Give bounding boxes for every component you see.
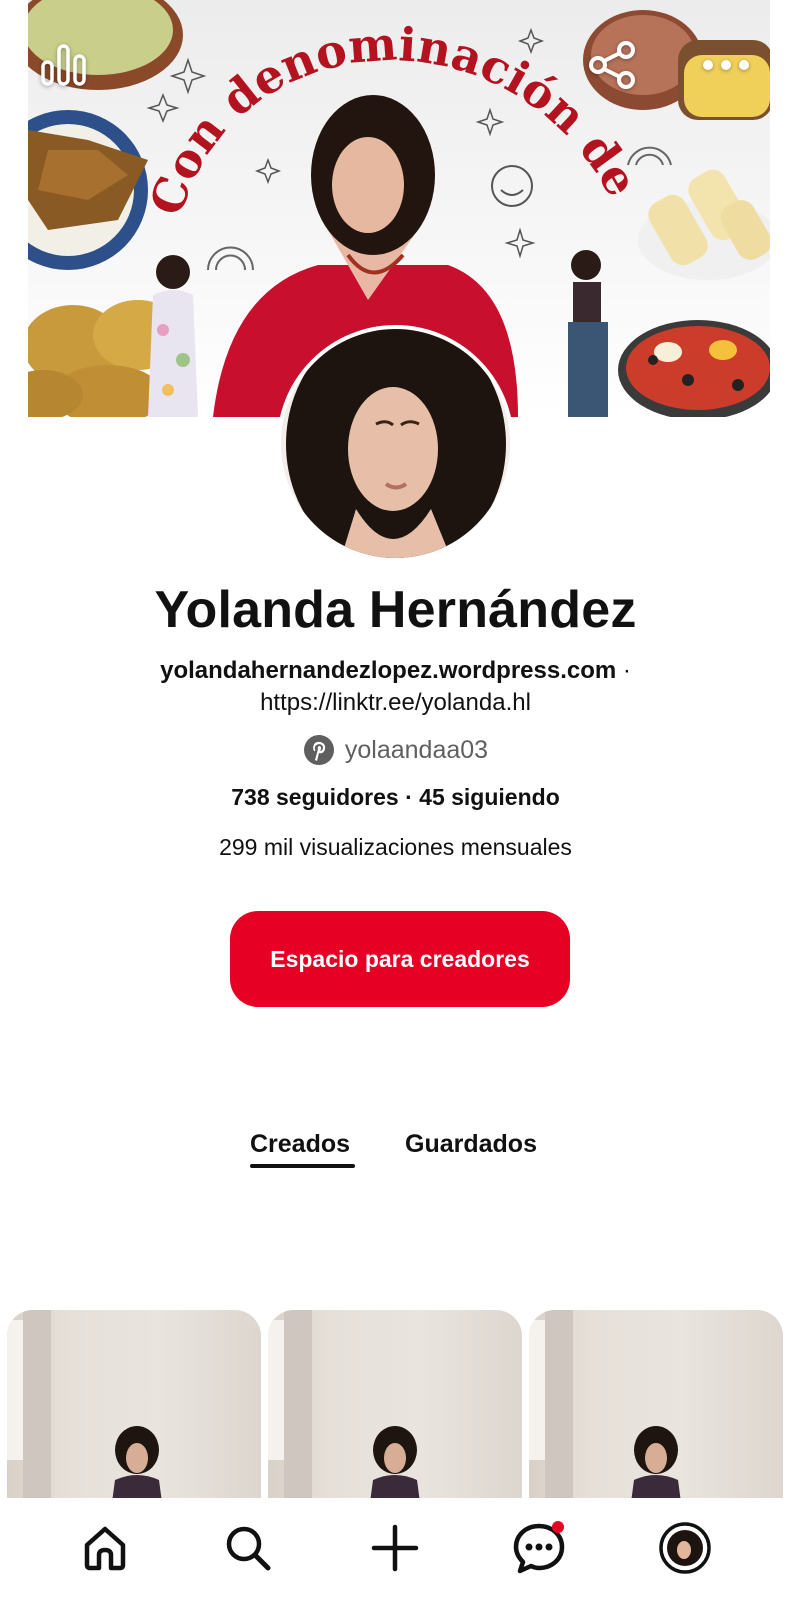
notification-dot bbox=[552, 1521, 564, 1533]
profile-links: yolandahernandezlopez.wordpress.com · ht… bbox=[0, 655, 791, 719]
home-icon bbox=[84, 1526, 126, 1571]
pin-card[interactable] bbox=[7, 1310, 261, 1510]
more-horizontal-icon bbox=[703, 60, 749, 70]
nav-search[interactable] bbox=[218, 1518, 278, 1578]
share-icon bbox=[589, 41, 635, 89]
pin-image bbox=[7, 1310, 163, 1510]
bottom-navigation bbox=[0, 1498, 791, 1600]
tab-created[interactable]: Creados bbox=[250, 1130, 350, 1159]
nav-messages[interactable] bbox=[509, 1518, 569, 1578]
tab-saved[interactable]: Guardados bbox=[405, 1130, 537, 1159]
avatar-photo bbox=[281, 329, 510, 558]
nav-profile[interactable] bbox=[655, 1518, 715, 1578]
follow-stats: 738 seguidores · 45 siguiendo bbox=[0, 784, 791, 811]
following-count[interactable]: 45 siguiendo bbox=[419, 784, 560, 810]
profile-avatar-icon bbox=[659, 1522, 711, 1574]
bar-chart-icon bbox=[41, 44, 86, 86]
analytics-button[interactable] bbox=[40, 40, 88, 88]
nav-home[interactable] bbox=[75, 1518, 135, 1578]
stats-separator: · bbox=[398, 784, 420, 810]
monthly-views: 299 mil visualizaciones mensuales bbox=[219, 834, 572, 860]
active-tab-indicator bbox=[250, 1164, 355, 1168]
plus-icon bbox=[371, 1524, 419, 1572]
share-button[interactable] bbox=[588, 40, 638, 90]
pinterest-logo-icon bbox=[303, 735, 334, 765]
more-options-button[interactable] bbox=[700, 50, 752, 80]
pin-image bbox=[268, 1310, 421, 1510]
search-icon bbox=[226, 1526, 271, 1571]
profile-name: Yolanda Hernández bbox=[154, 581, 637, 639]
website-link[interactable]: yolandahernandezlopez.wordpress.com bbox=[160, 657, 616, 684]
pin-card[interactable] bbox=[529, 1310, 783, 1510]
chat-bubble-icon bbox=[513, 1521, 565, 1574]
link-separator: · bbox=[616, 657, 631, 684]
pin-image bbox=[529, 1310, 682, 1510]
followers-count[interactable]: 738 seguidores bbox=[231, 784, 398, 810]
nav-create[interactable] bbox=[365, 1518, 425, 1578]
pin-card[interactable] bbox=[268, 1310, 522, 1510]
username-handle: yolaandaa03 bbox=[344, 735, 489, 764]
pinterest-handle-row: yolaandaa03 bbox=[0, 732, 791, 768]
linktree-link[interactable]: https://linktr.ee/yolanda.hl bbox=[260, 689, 531, 716]
creator-hub-button[interactable]: Espacio para creadores bbox=[230, 911, 570, 1007]
profile-avatar[interactable] bbox=[277, 325, 514, 562]
